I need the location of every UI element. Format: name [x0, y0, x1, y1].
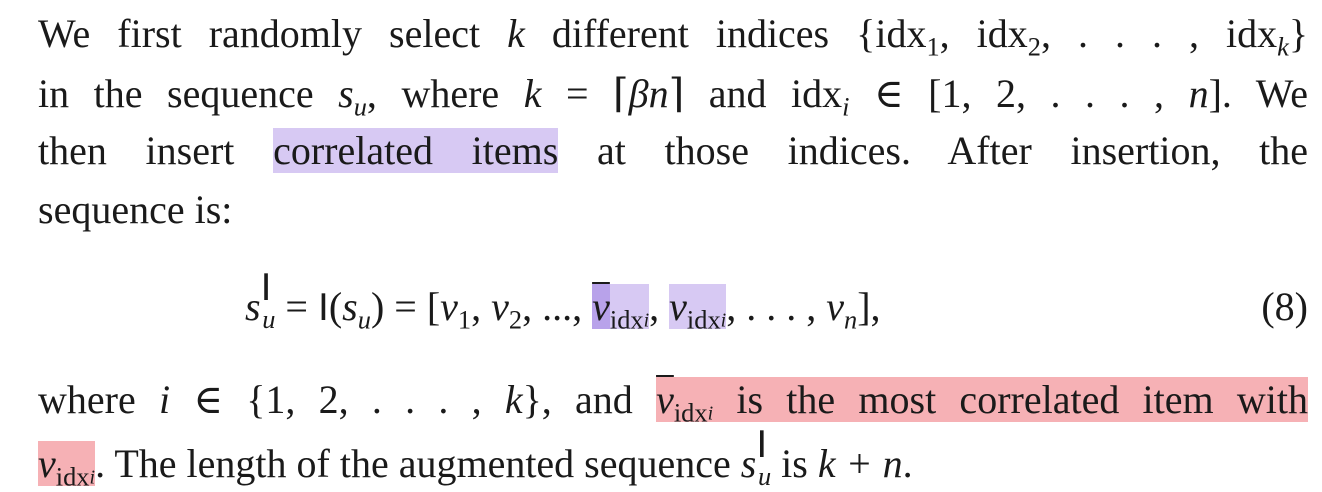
text: in the sequence — [38, 71, 339, 116]
subscript: n — [843, 304, 858, 335]
text: , ..., — [522, 284, 593, 329]
math-v-bar: v — [592, 284, 610, 329]
superscript-insert: I — [260, 265, 272, 309]
text: , idx — [939, 11, 1028, 56]
text: then insert — [38, 128, 274, 173]
text: = ⌈ — [541, 71, 629, 116]
math-s: s — [245, 284, 261, 329]
math-k: k — [507, 11, 525, 56]
math-s: s — [342, 284, 358, 329]
text: , — [649, 284, 670, 329]
text: different indices {idx — [524, 11, 927, 56]
text: } — [1288, 11, 1309, 56]
subscript: idx — [609, 304, 644, 335]
subscript: u — [262, 304, 276, 335]
subscript: 1 — [457, 304, 472, 335]
text: ( — [328, 284, 343, 329]
paragraph-line-1: We first randomly select k different ind… — [38, 6, 1308, 62]
subscript: idx — [673, 397, 708, 428]
text: . The length of the augmented sequence — [95, 441, 741, 486]
paragraph-line-5: where i ∈ {1, 2, . . . , k}, and vidxi i… — [38, 372, 1309, 428]
superscript-insert: I — [756, 422, 768, 466]
text: . — [902, 441, 913, 486]
subscript: k — [1277, 31, 1289, 62]
math-k-plus-n: k + n — [817, 441, 903, 486]
paragraph-line-6: vidxi. The length of the augmented seque… — [38, 426, 1308, 492]
text: , where — [366, 71, 524, 116]
math-v: v — [491, 284, 509, 329]
highlight-most-correlated: vidxi is the most correlated item with — [656, 377, 1309, 426]
text: ], — [857, 284, 881, 329]
text: ⌉ and idx — [668, 71, 843, 116]
text: ∈ [1, 2, . . . , — [849, 71, 1189, 116]
subscript: idx — [55, 461, 90, 492]
math-k: k — [504, 377, 523, 422]
text: ∈ {1, 2, . . . , — [170, 377, 505, 422]
math-beta-n: βn — [628, 71, 669, 116]
paragraph-line-2: in the sequence su, where k = ⌈βn⌉ and i… — [38, 66, 1308, 122]
text: ]. We — [1208, 71, 1309, 116]
paragraph-line-3: then insert correlated items at those in… — [38, 123, 1308, 179]
text: , . . . , idx — [1040, 11, 1278, 56]
math-v: v — [669, 284, 687, 329]
equation-8: sIu = I(su) = [v1, v2, ..., vidxi, vidxi… — [245, 269, 881, 336]
math-v: v — [826, 284, 844, 329]
subscript: idx — [686, 304, 721, 335]
text: ) — [370, 284, 385, 329]
text: }, and — [522, 377, 657, 422]
text: is — [771, 441, 818, 486]
highlight-vbar-idx: vidxi — [592, 284, 650, 333]
text: = [ — [384, 284, 441, 329]
math-n: n — [1188, 71, 1209, 116]
math-v: v — [440, 284, 458, 329]
math-s: s — [338, 71, 354, 116]
math-s: s — [740, 441, 757, 486]
subscript: u — [357, 304, 371, 335]
text: , . . . , — [726, 284, 827, 329]
highlight-v-idx: vidxi — [669, 284, 727, 333]
text: = — [275, 284, 318, 329]
subscript: u — [353, 91, 367, 122]
math-k: k — [523, 71, 542, 116]
math-v: v — [38, 441, 56, 486]
text: We first randomly select — [38, 11, 508, 56]
text: , — [471, 284, 492, 329]
text: where — [38, 377, 159, 422]
subscript: u — [757, 461, 772, 492]
subscript: 2 — [1027, 31, 1041, 62]
highlight-correlated-items: correlated items — [273, 128, 559, 173]
equation-number: (8) — [1261, 284, 1308, 329]
equation-row: sIu = I(su) = [v1, v2, ..., vidxi, vidxi… — [38, 269, 1308, 339]
subscript: 1 — [926, 31, 940, 62]
insert-operator: I — [317, 286, 329, 329]
math-i: i — [158, 377, 171, 422]
highlight-v-idx-red: vidxi — [38, 441, 96, 490]
text: at those indices. After insertion, the — [558, 128, 1309, 173]
text: sequence is: — [38, 187, 233, 232]
paragraph-line-4: sequence is: — [38, 182, 1308, 238]
subscript: 2 — [508, 304, 523, 335]
text: is the most correlated item with — [713, 377, 1309, 422]
math-v-bar: v — [656, 377, 674, 422]
